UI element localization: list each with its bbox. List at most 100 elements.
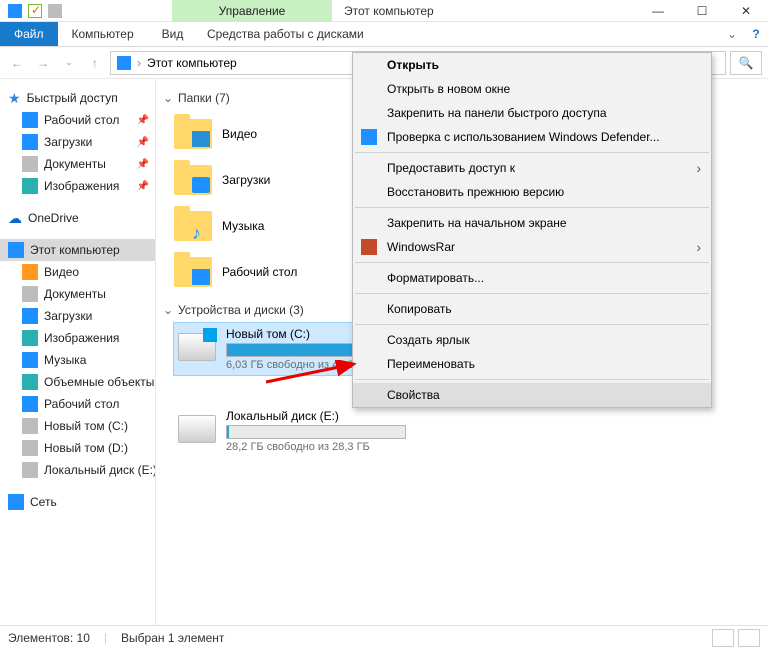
drive-name: Локальный диск (E:) (226, 409, 406, 423)
menu-separator (355, 262, 709, 263)
menu-item-share[interactable]: Предоставить доступ к› (353, 156, 711, 180)
maximize-button[interactable]: ☐ (680, 0, 724, 22)
tiles-view-button[interactable] (738, 629, 760, 647)
folder-icon (174, 165, 212, 195)
group-header-label: Папки (7) (178, 91, 230, 105)
sidebar-item-label: Рабочий стол (44, 397, 119, 411)
tab-file[interactable]: Файл (0, 22, 58, 46)
sidebar-item-this-pc[interactable]: Этот компьютер (0, 239, 155, 261)
sidebar-item-desktop[interactable]: Рабочий стол (0, 393, 155, 415)
menu-item-restore-previous[interactable]: Восстановить прежнюю версию (353, 180, 711, 204)
sidebar-item-label: Видео (44, 265, 79, 279)
tab-drive-tools[interactable]: Средства работы с дисками (205, 22, 365, 46)
folder-icon (8, 4, 22, 18)
desktop-overlay-icon (192, 269, 210, 285)
sidebar-item-label: Объемные объекты (44, 375, 154, 389)
folder-icon: ♪ (174, 211, 212, 241)
sidebar-item-drive-e[interactable]: Локальный диск (E:) (0, 459, 155, 481)
menu-item-pin-quick-access[interactable]: Закрепить на панели быстрого доступа (353, 101, 711, 125)
pin-icon: 📌 (137, 159, 149, 170)
sidebar-item-label: Сеть (30, 495, 57, 509)
tab-computer[interactable]: Компьютер (58, 22, 148, 46)
sidebar-item-downloads[interactable]: Загрузки📌 (0, 131, 155, 153)
up-button[interactable]: ↑ (84, 52, 106, 74)
menu-item-label: WindowsRar (387, 240, 455, 254)
documents-icon (22, 286, 38, 302)
menu-item-rename[interactable]: Переименовать (353, 352, 711, 376)
sidebar-item-network[interactable]: Сеть (0, 491, 155, 513)
drive-icon (22, 462, 38, 478)
sidebar-item-label: Документы (44, 287, 106, 301)
desktop-icon (22, 396, 38, 412)
menu-item-defender-scan[interactable]: Проверка с использованием Windows Defend… (353, 125, 711, 149)
sidebar-item-desktop[interactable]: Рабочий стол📌 (0, 109, 155, 131)
window-controls: — ☐ ✕ (636, 0, 768, 22)
menu-item-format[interactable]: Форматировать... (353, 266, 711, 290)
status-selection: Выбран 1 элемент (121, 631, 224, 645)
documents-icon (22, 156, 38, 172)
sidebar-item-drive-d[interactable]: Новый том (D:) (0, 437, 155, 459)
help-icon[interactable]: ? (744, 22, 768, 46)
sidebar-item-label: Новый том (D:) (44, 441, 128, 455)
menu-item-copy[interactable]: Копировать (353, 297, 711, 321)
drive-icon (22, 418, 38, 434)
quick-access-toolbar: ✓ (0, 4, 62, 18)
sidebar-item-label: Изображения (44, 331, 119, 345)
sidebar-item-label: Этот компьютер (30, 243, 120, 257)
sidebar-item-3d-objects[interactable]: Объемные объекты (0, 371, 155, 393)
menu-item-create-shortcut[interactable]: Создать ярлык (353, 328, 711, 352)
shield-icon (361, 129, 377, 145)
sidebar-item-documents[interactable]: Документы📌 (0, 153, 155, 175)
close-button[interactable]: ✕ (724, 0, 768, 22)
menu-item-open[interactable]: Открыть (353, 53, 711, 77)
video-icon (22, 264, 38, 280)
pin-icon: 📌 (137, 137, 149, 148)
video-overlay-icon (192, 131, 210, 147)
downloads-icon (22, 134, 38, 150)
sidebar-item-videos[interactable]: Видео (0, 261, 155, 283)
sidebar-item-onedrive[interactable]: ☁ OneDrive (0, 207, 155, 229)
minimize-button[interactable]: — (636, 0, 680, 22)
menu-separator (355, 152, 709, 153)
back-button[interactable]: ← (6, 52, 28, 74)
sidebar-item-label: Рабочий стол (44, 113, 119, 127)
ribbon-tabs: Файл Компьютер Вид Средства работы с дис… (0, 22, 768, 47)
history-dropdown-icon[interactable]: ⌄ (58, 52, 80, 74)
sidebar-item-documents[interactable]: Документы (0, 283, 155, 305)
drive-icon (178, 415, 216, 443)
sidebar-item-drive-c[interactable]: Новый том (C:) (0, 415, 155, 437)
cloud-icon: ☁ (8, 210, 22, 227)
sidebar-item-pictures[interactable]: Изображения (0, 327, 155, 349)
tab-view[interactable]: Вид (148, 22, 198, 46)
search-input[interactable]: 🔍 (730, 51, 762, 75)
menu-item-windowsrar[interactable]: WindowsRar› (353, 235, 711, 259)
sidebar-item-pictures[interactable]: Изображения📌 (0, 175, 155, 197)
menu-item-label: Проверка с использованием Windows Defend… (387, 130, 660, 144)
sidebar-item-music[interactable]: Музыка (0, 349, 155, 371)
breadcrumb[interactable]: Этот компьютер (147, 56, 237, 70)
qat-overflow-icon[interactable] (48, 4, 62, 18)
group-header-label: Устройства и диски (3) (178, 303, 304, 317)
pc-icon (117, 56, 131, 70)
title-bar: ✓ Управление Этот компьютер — ☐ ✕ (0, 0, 768, 22)
sidebar-item-label: OneDrive (28, 211, 79, 225)
ribbon-expand-icon[interactable]: ⌄ (720, 22, 744, 46)
folder-label: Видео (222, 127, 257, 141)
sidebar-item-downloads[interactable]: Загрузки (0, 305, 155, 327)
network-icon (8, 494, 24, 510)
drive-item-e[interactable]: Локальный диск (E:) 28,2 ГБ свободно из … (174, 405, 410, 457)
menu-item-label: Предоставить доступ к (387, 161, 515, 175)
status-item-count: Элементов: 10 (8, 631, 90, 645)
forward-button[interactable]: → (32, 52, 54, 74)
checkbox-icon[interactable]: ✓ (28, 4, 42, 18)
rar-icon (361, 239, 377, 255)
pc-icon (8, 242, 24, 258)
details-view-button[interactable] (712, 629, 734, 647)
sidebar-item-label: Музыка (44, 353, 86, 367)
pin-icon: 📌 (137, 181, 149, 192)
menu-item-pin-start[interactable]: Закрепить на начальном экране (353, 211, 711, 235)
contextual-tab-manage[interactable]: Управление (172, 0, 332, 22)
menu-item-open-new-window[interactable]: Открыть в новом окне (353, 77, 711, 101)
menu-item-properties[interactable]: Свойства (353, 383, 711, 407)
sidebar-group-quick-access[interactable]: ★Быстрый доступ (0, 87, 155, 109)
